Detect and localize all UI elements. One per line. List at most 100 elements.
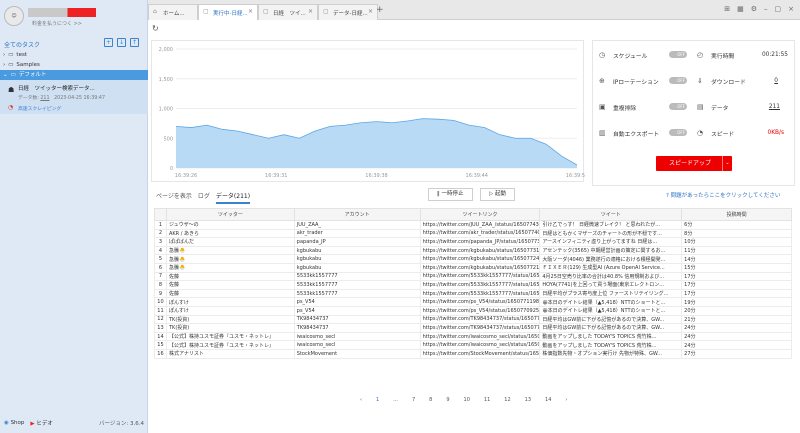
new-tab-icon[interactable]: + (376, 5, 384, 15)
table-cell: 14分 (681, 254, 792, 264)
tab-running[interactable]: ▢ 実行中-日経... × (198, 4, 258, 20)
table-row[interactable]: 6 急騰🐣 kgbukabu https://twitter.com/kgbukabu… (154, 262, 792, 273)
table-row[interactable]: 1 ジュウザ〜の JUU_ZAA_ https://twitter.com/JUU_Z… (154, 220, 792, 230)
start-button[interactable]: ▷ 起動 (480, 188, 515, 201)
all-tasks-label[interactable]: 全てのタスク (4, 40, 40, 49)
table-cell: 😀本日のデイトレ結果（▲5,418）NTTのショートと... (539, 297, 683, 307)
table-cell: https://twitter.com/iwaicosmo_secl/statu… (419, 340, 541, 350)
tutorial-link[interactable]: ▶ ヒデオ (30, 419, 53, 427)
schedule-toggle[interactable]: OFF (669, 51, 687, 58)
page-link[interactable]: 7 (412, 397, 415, 403)
column-header[interactable]: ツイッター (165, 208, 295, 221)
table-row[interactable]: 10 ぽんすけ ps_V54 https://twitter.com/ps_V54/s… (154, 297, 792, 307)
table-row[interactable]: 8 佐藤 5533kk1557777 https://twitter.com/5533… (154, 280, 792, 290)
refresh-icon[interactable]: ↻ (152, 24, 159, 33)
table-cell: ぽんすけ (165, 297, 295, 307)
close-icon[interactable]: × (248, 8, 253, 15)
table-cell: https://twitter.com/TK98434737/status/16… (419, 314, 541, 325)
table-row[interactable]: 15 【公式】株持ユスモ証券『ユスモ・ネットレ』 iwaicosmo_secl htt… (154, 340, 792, 350)
table-cell: 6 (154, 262, 167, 273)
table-row[interactable]: 4 急騰🐣 kgbukabu https://twitter.com/kgbukabu… (154, 245, 792, 256)
table-cell: 17分 (681, 280, 792, 290)
download-count[interactable]: 0 (774, 78, 778, 84)
data-count[interactable]: 211 (769, 104, 780, 110)
table-row[interactable]: 5 急騰🐣 kgbukabu https://twitter.com/kgbukabu… (154, 254, 792, 264)
robot-icon: ☗ (8, 86, 15, 94)
table-row[interactable]: 9 佐藤 5533kk1557777 https://twitter.com/5533… (154, 288, 792, 299)
table-row[interactable]: 11 ぽんすけ ps_V54 https://twitter.com/ps_V54/s… (154, 305, 792, 316)
table-cell: 19分 (681, 297, 792, 307)
tab-data[interactable]: ▢ データ-日経... × (318, 4, 378, 20)
table-cell: 日経平均はGW前に下がる記憶があるので決算、GW... (539, 314, 683, 325)
table-cell: 24分 (681, 340, 792, 350)
table-row[interactable]: 3 ぱぱばんだ papanda_JP https://twitter.com/papa… (154, 237, 792, 247)
table-row[interactable]: 2 AKR / あきら akr_trader https://twitter.com/… (154, 228, 792, 239)
gift-icon[interactable]: ⊞ (724, 5, 730, 13)
export-icon[interactable]: ↑ (130, 38, 139, 47)
globe-icon: ⊕ (599, 77, 605, 85)
calendar-icon[interactable]: ▦ (737, 5, 744, 13)
shop-link[interactable]: ◉ Shop (4, 420, 24, 426)
tab-log[interactable]: ログ (198, 191, 210, 204)
page-link[interactable]: 11 (484, 397, 490, 403)
table-row[interactable]: 16 株式アナリスト StockMovement https://twitter.co… (154, 348, 792, 359)
table-cell: 17分 (681, 271, 792, 282)
help-link[interactable]: ? 問題があったらここをクリックしてください (666, 191, 780, 199)
tree-folder-default[interactable]: ⌄ ▭ デフォルト (0, 70, 148, 80)
table-cell: https://twitter.com/kgbukabu/status/1650… (419, 262, 541, 273)
close-icon[interactable]: × (308, 8, 313, 15)
new-task-icon[interactable]: + (104, 38, 113, 47)
sidebar: ☺ 料金を払うにつく >> 全てのタスク + ↓ ↑ › ▭ test › ▭ Samp… (0, 0, 148, 433)
close-window-icon[interactable]: × (788, 5, 794, 13)
table-cell: 27分 (681, 348, 792, 359)
page-link[interactable]: 13 (525, 397, 531, 403)
avatar[interactable]: ☺ (4, 6, 24, 26)
import-icon[interactable]: ↓ (117, 38, 126, 47)
table-row[interactable]: 12 TK(投資) TK98434737 https://twitter.com/TK… (154, 314, 792, 325)
version-label: バージョン: 3.6.4 (99, 421, 144, 427)
table-cell: TK98434737 (293, 314, 421, 325)
page-link[interactable]: 12 (504, 397, 510, 403)
page-link[interactable]: 1 (376, 397, 379, 403)
table-row[interactable]: 14 【公式】株持ユスモ証券『ユスモ・ネットレ』 iwaicosmo_secl htt… (154, 331, 792, 342)
minimize-icon[interactable]: – (764, 5, 768, 13)
page-link[interactable]: 9 (446, 397, 449, 403)
table-row[interactable]: 13 TK(投資) TK98434737 https://twitter.com/TK… (154, 323, 792, 333)
y-tick-label: 1,500 (159, 77, 173, 83)
column-header[interactable]: ツイート (539, 208, 683, 221)
table-cell: ps_V54 (293, 305, 421, 316)
pause-button[interactable]: ‖ 一時停止 (428, 188, 473, 201)
speed-up-button[interactable]: スピードアップ ⌄ (656, 156, 732, 171)
task-item[interactable]: ☗ 日経 ツイッター検索データ... データ数: 211 2023-04-25 … (0, 80, 148, 114)
pay-notice[interactable]: 料金を払うにつく >> (32, 20, 82, 27)
chevron-down-icon[interactable]: ⌄ (722, 156, 732, 171)
table-cell: 14 (154, 331, 167, 342)
tab-page[interactable]: ページを表示 (156, 191, 192, 204)
column-header[interactable]: 投稿時間 (681, 208, 792, 221)
column-header[interactable]: アカウント (293, 208, 421, 221)
page-link[interactable]: › (565, 397, 567, 403)
page-link[interactable]: 8 (429, 397, 432, 403)
table-cell: https://twitter.com/ps_V54/status/165077… (419, 305, 541, 316)
page-link[interactable]: 14 (545, 397, 551, 403)
tab-task[interactable]: ▢ 日経 ツイ... × (258, 4, 318, 20)
tab-data-count[interactable]: データ(211) (215, 191, 251, 204)
maximize-icon[interactable]: ▢ (775, 5, 782, 13)
tree-folder-samples[interactable]: › ▭ Samples (0, 60, 148, 70)
page-link[interactable]: ‹ (360, 397, 362, 403)
table-row[interactable]: 7 佐藤 5533kk1557777 https://twitter.com/5533… (154, 271, 792, 282)
column-header[interactable]: ツイートリンク (419, 208, 541, 221)
table-cell: AKR / あきら (165, 228, 295, 239)
ip-toggle[interactable]: OFF (669, 77, 687, 84)
column-header[interactable] (154, 208, 167, 221)
tree-folder-test[interactable]: › ▭ test (0, 50, 148, 60)
export-toggle[interactable]: OFF (669, 129, 687, 136)
tab-home[interactable]: ⌂ ホーム... (148, 4, 198, 20)
dedup-toggle[interactable]: OFF (669, 103, 687, 110)
gear-icon[interactable]: ⚙ (751, 5, 757, 13)
close-icon[interactable]: × (368, 8, 373, 15)
table-cell: 10 (154, 297, 167, 307)
table-cell: TK(投資) (165, 314, 295, 325)
page-link[interactable]: ... (393, 397, 398, 403)
page-link[interactable]: 10 (464, 397, 470, 403)
